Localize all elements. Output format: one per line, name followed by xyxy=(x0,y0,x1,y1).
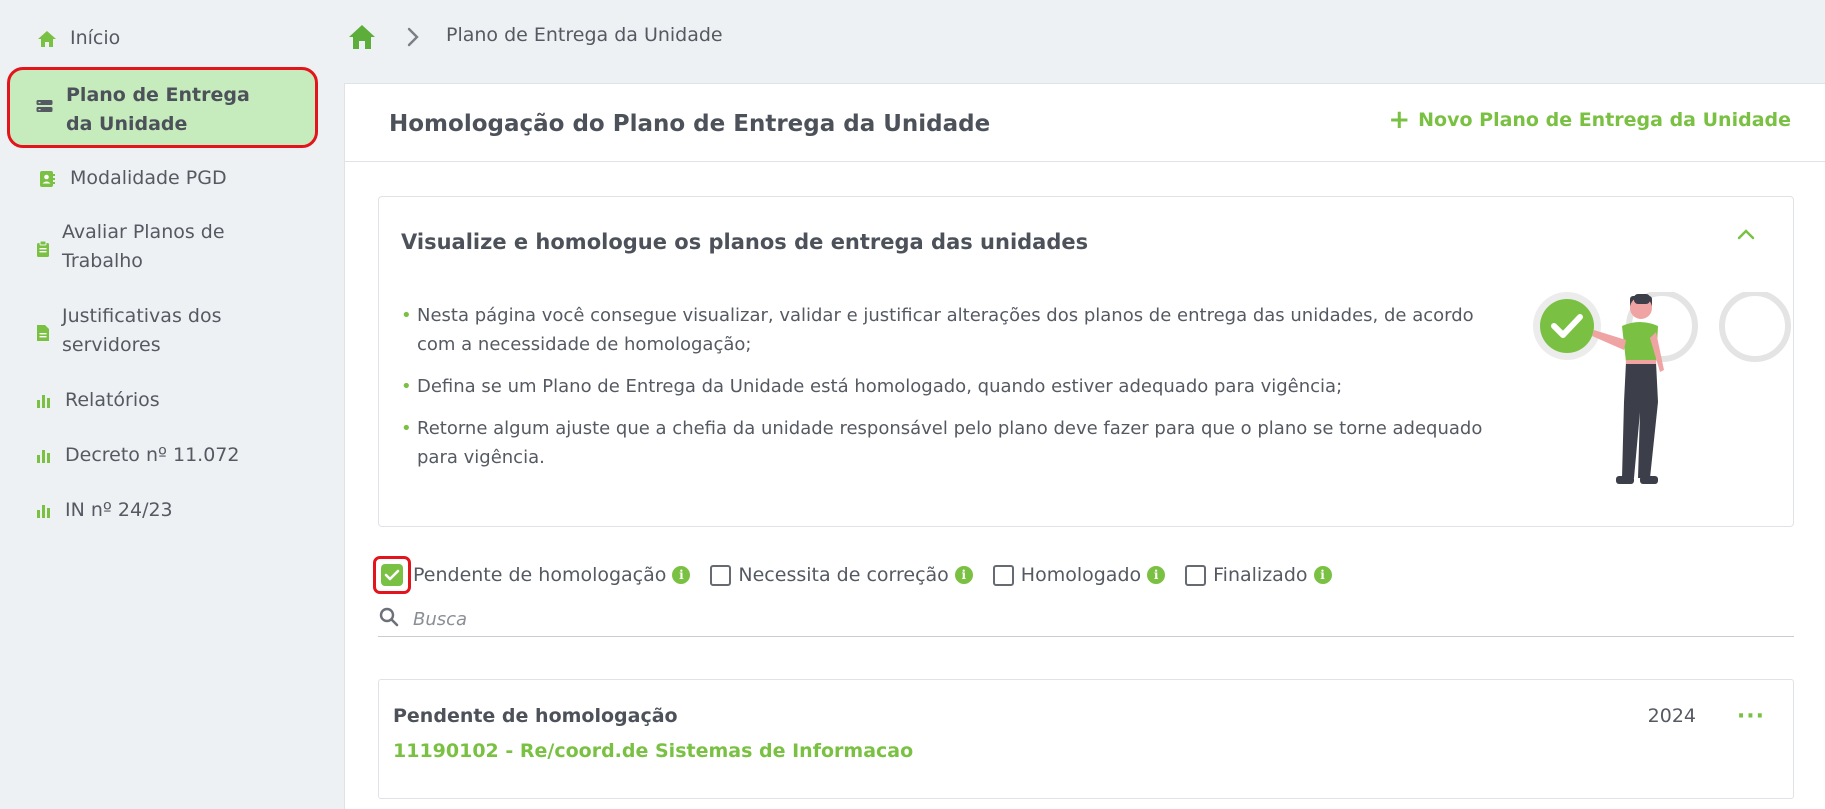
filter-label: Necessita de correção xyxy=(738,564,949,586)
main-panel: Homologação do Plano de Entrega da Unida… xyxy=(344,83,1825,809)
bar-chart-icon xyxy=(33,500,55,522)
search-bar xyxy=(378,602,1794,637)
search-icon xyxy=(378,607,399,631)
checkbox-homologado[interactable] xyxy=(992,564,1014,586)
result-unit-link[interactable]: 11190102 - Re/coord.de Sistemas de Infor… xyxy=(393,740,913,762)
sidebar-item-label: Justificativas dos servidores xyxy=(62,305,222,356)
result-year: 2024 xyxy=(1647,705,1696,727)
info-bullet: Nesta página você consegue visualizar, v… xyxy=(401,301,1501,359)
chevron-right-icon xyxy=(405,26,421,48)
filter-label: Pendente de homologação xyxy=(413,564,667,586)
filter-finalizado[interactable]: Finalizado i xyxy=(1185,564,1332,586)
bar-chart-icon xyxy=(33,445,55,467)
sidebar-item-label: Avaliar Planos de Trabalho xyxy=(62,221,225,272)
new-plan-label: Novo Plano de Entrega da Unidade xyxy=(1418,109,1791,131)
new-plan-button[interactable]: + Novo Plano de Entrega da Unidade xyxy=(1388,105,1791,135)
checkbox-finalizado[interactable] xyxy=(1185,564,1207,586)
contact-book-icon xyxy=(36,168,58,190)
home-icon xyxy=(36,28,58,50)
info-bullet: Defina se um Plano de Entrega da Unidade… xyxy=(401,372,1501,401)
info-bullets: Nesta página você consegue visualizar, v… xyxy=(401,301,1501,485)
sidebar-item-plano-entrega[interactable]: Plano de Entrega da Unidade xyxy=(7,67,318,148)
page-title: Homologação do Plano de Entrega da Unida… xyxy=(389,111,991,137)
sidebar-item-label: Plano de Entrega da Unidade xyxy=(66,84,250,135)
filter-label: Homologado xyxy=(1020,564,1142,586)
info-card: Visualize e homologue os planos de entre… xyxy=(378,196,1794,527)
filter-pendente[interactable]: Pendente de homologação i xyxy=(373,556,691,594)
sidebar-item-decreto[interactable]: Decreto nº 11.072 xyxy=(33,441,353,470)
chevron-up-icon[interactable] xyxy=(1733,223,1759,245)
sidebar-item-in[interactable]: IN nº 24/23 xyxy=(33,496,353,525)
info-icon[interactable]: i xyxy=(954,566,973,584)
clipboard-icon xyxy=(32,238,54,260)
checkbox-necessita-correcao[interactable] xyxy=(710,564,732,586)
status-filters: Pendente de homologação i Necessita de c… xyxy=(373,556,1352,594)
more-options-icon[interactable]: ··· xyxy=(1737,704,1765,729)
document-icon xyxy=(32,322,54,344)
sidebar-item-modalidade-pgd[interactable]: Modalidade PGD xyxy=(36,164,356,193)
sidebar-item-label: Modalidade PGD xyxy=(70,167,227,189)
sidebar-item-justificativas[interactable]: Justificativas dos servidores xyxy=(32,302,282,360)
sidebar-item-inicio[interactable]: Início xyxy=(36,24,356,53)
panel-header: Homologação do Plano de Entrega da Unida… xyxy=(345,84,1825,162)
info-icon[interactable]: i xyxy=(1147,566,1166,584)
breadcrumb-current: Plano de Entrega da Unidade xyxy=(446,24,723,46)
result-status: Pendente de homologação xyxy=(393,705,678,727)
sidebar-item-avaliar-planos[interactable]: Avaliar Planos de Trabalho xyxy=(32,218,282,276)
sidebar-item-relatorios[interactable]: Relatórios xyxy=(33,386,353,415)
info-icon[interactable]: i xyxy=(672,566,691,584)
sidebar-item-label: Início xyxy=(70,27,121,49)
sidebar-item-label: Relatórios xyxy=(65,389,160,411)
plus-icon: + xyxy=(1388,105,1411,135)
bar-chart-icon xyxy=(33,390,55,412)
filter-necessita-correcao[interactable]: Necessita de correção i xyxy=(710,564,973,586)
info-title: Visualize e homologue os planos de entre… xyxy=(401,230,1089,254)
filter-label: Finalizado xyxy=(1213,564,1308,586)
sidebar-item-label: IN nº 24/23 xyxy=(65,499,173,521)
info-bullet: Retorne algum ajuste que a chefia da uni… xyxy=(401,414,1501,472)
approval-illustration xyxy=(1522,290,1792,528)
checkbox-pendente[interactable] xyxy=(373,556,411,594)
plan-result-card[interactable]: Pendente de homologação 11190102 - Re/co… xyxy=(378,679,1794,799)
sidebar-item-label: Decreto nº 11.072 xyxy=(65,444,240,466)
breadcrumb-home-icon[interactable] xyxy=(348,24,376,50)
search-input[interactable] xyxy=(413,608,1713,630)
filter-homologado[interactable]: Homologado i xyxy=(992,564,1166,586)
info-icon[interactable]: i xyxy=(1313,566,1332,584)
sidebar: Início Plano de Entrega da Unidade Modal… xyxy=(0,0,344,809)
server-icon xyxy=(36,99,54,117)
